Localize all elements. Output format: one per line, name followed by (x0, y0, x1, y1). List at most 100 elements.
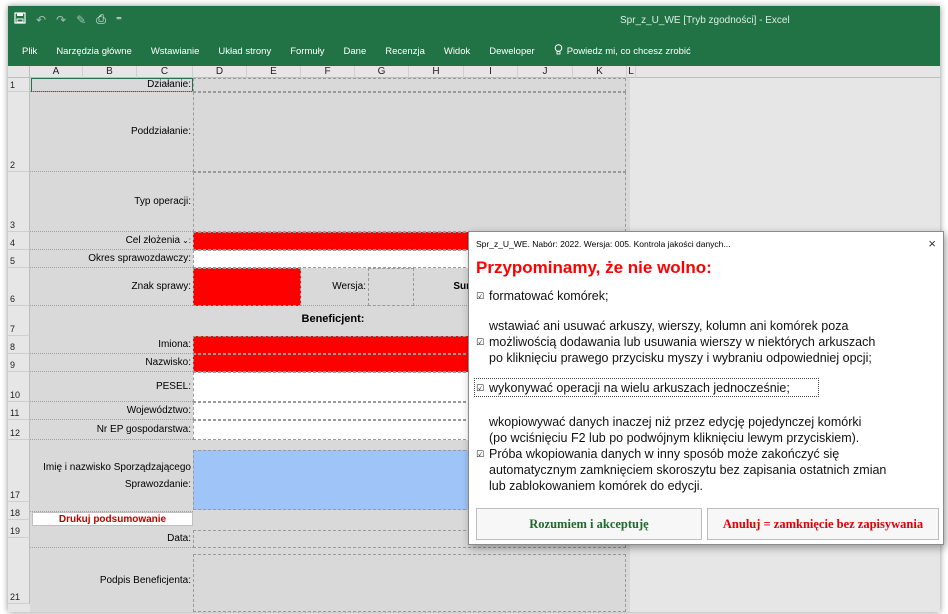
label-dzialanie: Działanie: (30, 78, 193, 92)
rule-text: po kliknięciu prawego przycisku myszy i … (489, 351, 872, 365)
cancel-button[interactable]: Anuluj = zamknięcie bez zapisywania (707, 508, 939, 540)
column-header-d[interactable]: D (193, 66, 247, 78)
rule-text: (po wciśnięciu F2 lub po podwójnym klikn… (489, 431, 860, 445)
tab-widok[interactable]: Widok (444, 46, 470, 57)
tab-uklad-strony[interactable]: Układ strony (218, 46, 271, 57)
typ-operacji-field[interactable] (193, 172, 626, 232)
rule-text: automatycznym zamknięciem skoroszytu bez… (489, 463, 887, 477)
column-header-k[interactable]: K (573, 66, 627, 78)
checkbox-icon: ☑ (476, 291, 485, 301)
rule-insert-line-1: wstawiać ani usuwać arkuszy, wierszy, ko… (476, 318, 848, 334)
column-header-h[interactable]: H (409, 66, 464, 78)
print-summary-button[interactable]: Drukuj podsumowanie (32, 512, 193, 526)
row-header-21[interactable]: 21 (8, 538, 30, 604)
close-icon[interactable]: × (928, 236, 936, 251)
dropdown-marker-icon: ⌄: (182, 236, 191, 245)
label-znak-sprawy: Znak sprawy: (30, 268, 193, 306)
row-header-4[interactable]: 4 (8, 232, 30, 250)
row-header-17[interactable]: 17 (8, 440, 30, 502)
rule-paste-line-2: (po wciśnięciu F2 lub po podwójnym klikn… (476, 430, 859, 446)
row-header-5[interactable]: 5 (8, 250, 30, 268)
column-headers: A B C D E F G H I J K L (8, 66, 940, 78)
row-header-9[interactable]: 9 (8, 354, 30, 372)
label-poddzialanie: Poddziałanie: (30, 92, 193, 172)
label-sporzadzajacy: Imię i nazwisko Sporządzającego Sprawozd… (30, 440, 193, 512)
row-header-3[interactable]: 3 (8, 172, 30, 232)
redo-icon[interactable]: ↷ (56, 13, 66, 27)
tell-me-text: Powiedz mi, co chcesz zrobić (566, 45, 691, 57)
cel-zlozenia-text: Cel złożenia (125, 235, 181, 246)
row-header-1[interactable]: 1 (8, 78, 30, 92)
znak-sprawy-field[interactable] (193, 268, 301, 306)
label-wojewodztwo: Województwo: (30, 402, 193, 420)
checkbox-icon: ☑ (476, 383, 485, 393)
column-header-f[interactable]: F (301, 66, 355, 78)
data-quality-dialog: Spr_z_U_WE. Nabór: 2022. Wersja: 005. Ko… (468, 231, 944, 545)
rule-text: wykonywać operacji na wielu arkuszach je… (489, 381, 790, 395)
tab-formuly[interactable]: Formuły (290, 46, 324, 57)
checkbox-icon: ☑ (476, 337, 485, 347)
column-header-j[interactable]: J (518, 66, 573, 78)
poddzialanie-field[interactable] (193, 92, 626, 172)
label-imiona: Imiona: (30, 336, 193, 354)
wersja-field[interactable] (368, 268, 414, 306)
tab-wstawianie[interactable]: Wstawianie (151, 46, 200, 57)
rule-text: wkopiowywać danych inaczej niż przez edy… (489, 415, 862, 429)
sporzadzajacy-line-1: Imię i nazwisko Sporządzającego (43, 461, 191, 473)
sporzadzajacy-line-2: Sprawozdanie: (124, 478, 191, 490)
column-header-g[interactable]: G (355, 66, 409, 78)
podpis-field[interactable] (193, 554, 626, 612)
beneficjent-heading: Beneficjent: (301, 313, 365, 325)
row-header-6[interactable]: 6 (8, 268, 30, 306)
rule-text: formatować komórek; (489, 289, 609, 303)
rule-text: Próba wkopiowania danych w inny sposób m… (489, 447, 840, 461)
tab-dane[interactable]: Dane (344, 46, 367, 57)
rule-paste-line-4: automatycznym zamknięciem skoroszytu bez… (476, 462, 886, 478)
row-header-2[interactable]: 2 (8, 92, 30, 172)
window-title: Spr_z_U_WE [Tryb zgodności] - Excel (620, 15, 790, 26)
tab-plik[interactable]: Plik (22, 46, 37, 57)
dzialanie-field[interactable] (193, 78, 626, 92)
label-data: Data: (30, 530, 193, 548)
row-header-8[interactable]: 8 (8, 336, 30, 354)
label-cel-zlozenia: Cel złożenia ⌄: (30, 232, 193, 250)
column-header-e[interactable]: E (247, 66, 301, 78)
lightbulb-icon (554, 44, 563, 58)
accept-button[interactable]: Rozumiem i akceptuję (476, 508, 702, 540)
dialog-title: Spr_z_U_WE. Nabór: 2022. Wersja: 005. Ko… (476, 239, 731, 249)
tab-deweloper[interactable]: Deweloper (489, 46, 534, 57)
row-header-19[interactable]: 19 (8, 520, 30, 538)
row-header-12[interactable]: 12 (8, 420, 30, 440)
label-typ-operacji: Typ operacji: (30, 172, 193, 232)
label-nazwisko: Nazwisko: (30, 354, 193, 372)
qat-dropdown-icon[interactable]: ⁼ (116, 13, 122, 27)
row-header-10[interactable]: 10 (8, 372, 30, 402)
undo-icon[interactable]: ↶ (36, 13, 46, 27)
rule-paste-line-5: lub zablokowaniem komórek do edycji. (476, 478, 703, 494)
format-painter-icon[interactable]: ✎ (76, 13, 86, 27)
column-header-i[interactable]: I (464, 66, 518, 78)
column-header-c[interactable]: C (137, 66, 193, 78)
dialog-heading: Przypominamy, że nie wolno: (476, 258, 712, 277)
quick-access-toolbar: ↶ ↷ ✎ ⎙ ⁼ (14, 12, 122, 27)
select-all-corner[interactable] (8, 66, 30, 78)
column-header-l[interactable]: L (627, 66, 636, 78)
save-icon[interactable] (14, 12, 26, 27)
rule-text: wstawiać ani usuwać arkuszy, wierszy, ko… (489, 319, 849, 333)
row-header-18[interactable]: 18 (8, 502, 30, 520)
rule-paste-line-3: ☑ Próba wkopiowania danych w inny sposób… (476, 446, 839, 462)
column-header-b[interactable]: B (83, 66, 137, 78)
rule-text: możliwością dodawania lub usuwania wiers… (489, 335, 876, 349)
rule-paste-line-1: wkopiowywać danych inaczej niż przez edy… (476, 414, 861, 430)
column-header-a[interactable]: A (30, 66, 83, 78)
row-header-7[interactable]: 7 (8, 306, 30, 336)
tell-me-box[interactable]: Powiedz mi, co chcesz zrobić (554, 44, 691, 58)
row-header-11[interactable]: 11 (8, 402, 30, 420)
camera-icon[interactable]: ⎙ (96, 12, 106, 27)
label-podpis: Podpis Beneficjenta: (30, 548, 193, 612)
label-nr-ep: Nr EP gospodarstwa: (30, 420, 193, 440)
tab-recenzja[interactable]: Recenzja (385, 46, 425, 57)
label-okres: Okres sprawozdawczy: (30, 250, 193, 268)
tab-narzedzia-glowne[interactable]: Narzędzia główne (56, 46, 132, 57)
rule-formatting: ☑ formatować komórek; (476, 288, 608, 304)
